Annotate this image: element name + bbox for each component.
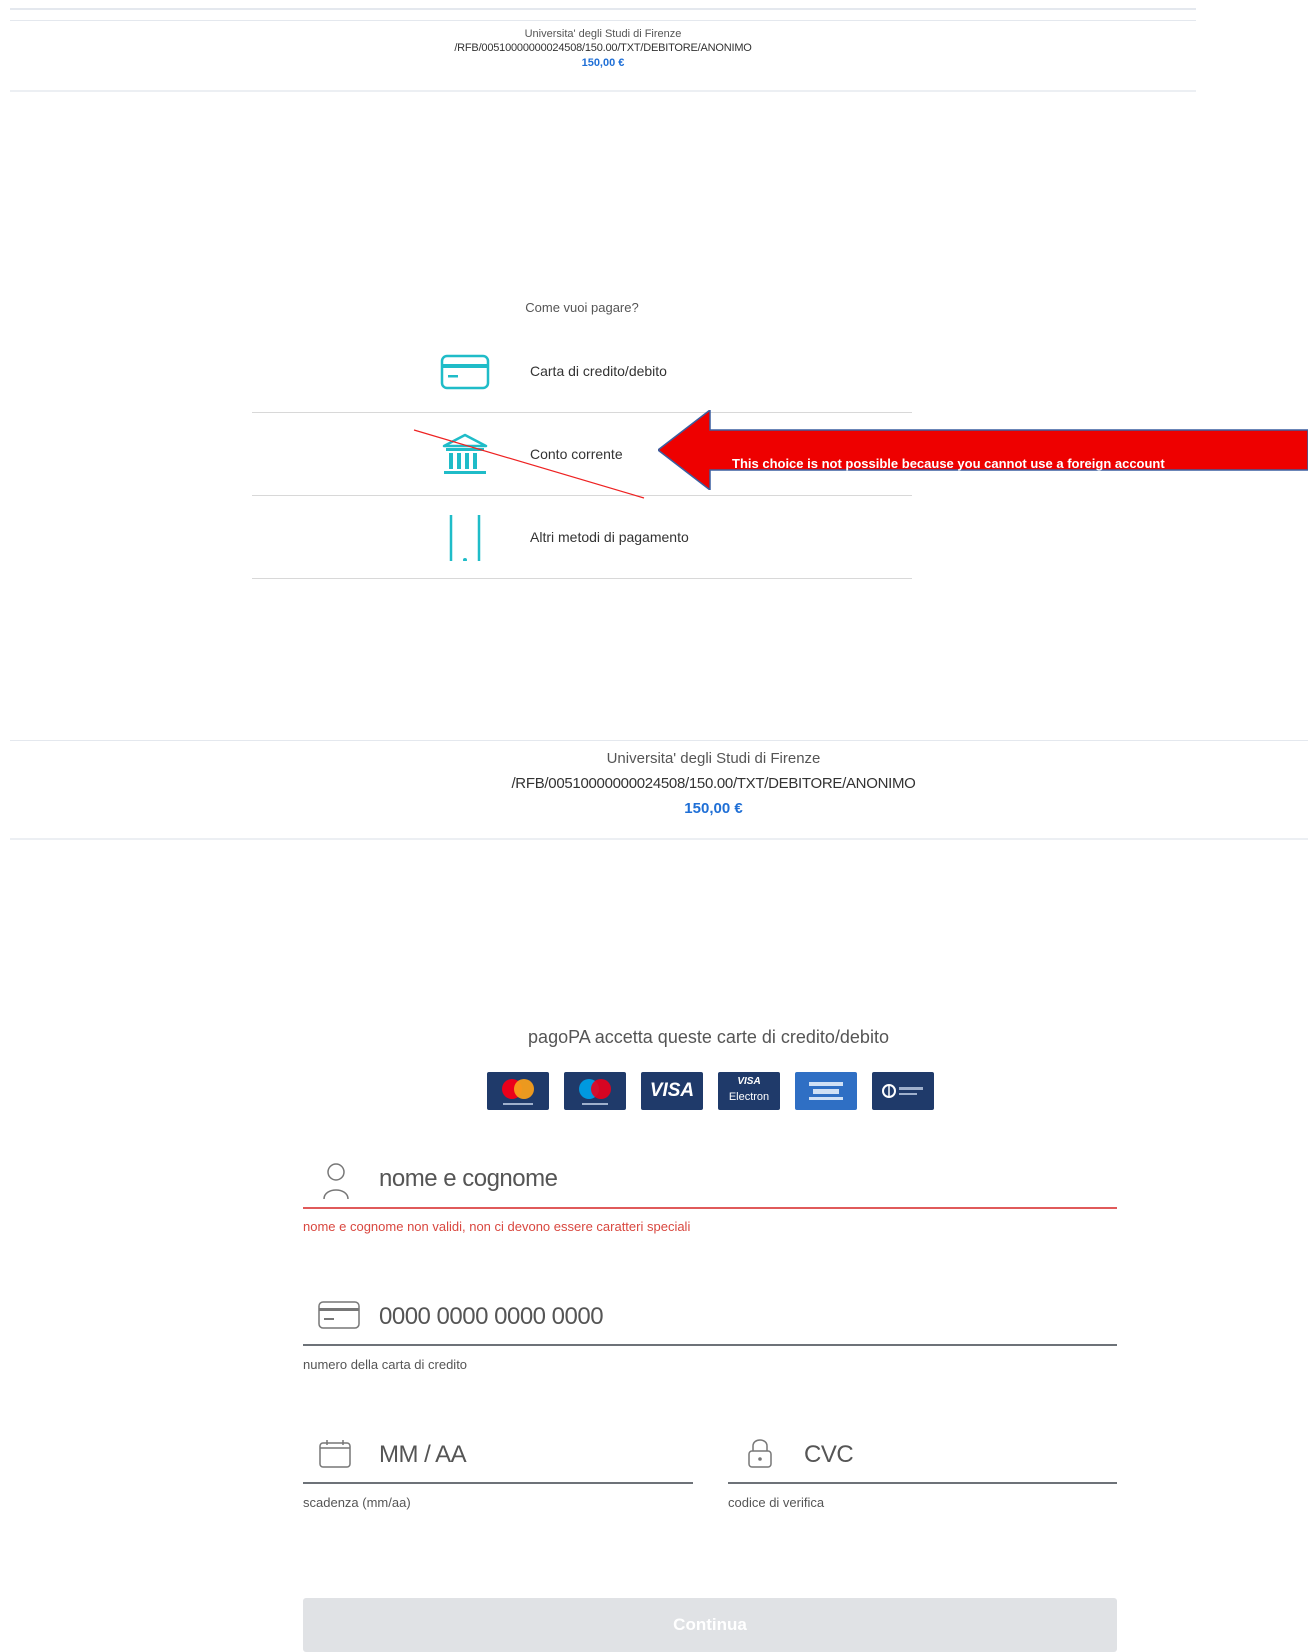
option-bank-account[interactable]: Conto corrente [252,414,912,496]
credit-card-icon [440,354,490,390]
card-number-placeholder: 0000 0000 0000 0000 [379,1303,604,1330]
visa-label: VISA [649,1080,695,1101]
name-field[interactable]: nome e cognome [303,1155,1117,1205]
bottom-amount: 150,00 € [684,800,743,817]
amex-icon [809,1082,843,1100]
name-field-underline [303,1207,1117,1209]
top-divider-2 [10,20,1196,21]
option-credit-card[interactable]: Carta di credito/debito [252,331,912,413]
bottom-reference: /RFB/00510000000024508/150.00/TXT/DEBITO… [511,775,916,792]
name-field-error: nome e cognome non validi, non ci devono… [303,1219,691,1234]
mastercard-icon [502,1079,534,1105]
diners-logo [872,1072,934,1110]
bottom-payment-header: Universita' degli Studi di Firenze /RFB/… [10,748,1308,820]
cvc-help: codice di verifica [728,1495,825,1510]
cvc-placeholder: CVC [804,1441,854,1468]
accepted-cards-title: pagoPA accetta queste carte di credito/d… [528,1027,889,1047]
continue-button[interactable]: Continua [303,1598,1117,1652]
smartphone-icon [449,515,481,561]
top-reference: /RFB/00510000000024508/150.00/TXT/DEBITO… [454,42,752,54]
cvc-underline [728,1482,1117,1484]
warning-text: This choice is not possible because you … [732,456,1165,471]
bottom-organization: Universita' degli Studi di Firenze [606,750,821,767]
diners-icon [882,1084,923,1098]
expiry-help: scadenza (mm/aa) [303,1495,411,1510]
calendar-icon [319,1440,351,1468]
bottom-header-shadow [10,838,1308,840]
bottom-divider [10,740,1308,741]
top-organization: Universita' degli Studi di Firenze [524,28,682,40]
top-divider [10,8,1196,10]
credit-card-icon [318,1301,360,1329]
maestro-logo [564,1072,626,1110]
option-other-methods[interactable]: Altri metodi di pagamento [252,497,912,579]
card-number-field[interactable]: 0000 0000 0000 0000 [303,1292,1117,1342]
visa-electron-label: VISA [737,1076,761,1087]
expiry-field[interactable]: MM / AA [303,1430,693,1480]
top-header-shadow [10,90,1196,92]
bank-icon [442,433,488,474]
amex-logo [795,1072,857,1110]
lock-icon [748,1439,772,1468]
visa-electron-sub: Electron [728,1091,770,1103]
top-payment-header: Universita' degli Studi di Firenze /RFB/… [10,27,1196,70]
user-icon [323,1163,349,1200]
name-placeholder: nome e cognome [379,1165,558,1192]
expiry-placeholder: MM / AA [379,1441,467,1468]
top-amount: 150,00 € [581,57,625,69]
option-label: Conto corrente [530,446,623,462]
cvc-field[interactable]: CVC [728,1430,1117,1480]
card-number-help: numero della carta di credito [303,1357,468,1372]
expiry-underline [303,1482,693,1484]
mastercard-logo [487,1072,549,1110]
visa-logo: VISA [641,1072,703,1110]
option-label: Altri metodi di pagamento [530,529,689,545]
option-label: Carta di credito/debito [530,363,667,379]
visa-electron-logo: VISA Electron [718,1072,780,1110]
payment-question: Come vuoi pagare? [525,300,639,315]
maestro-icon [579,1079,611,1105]
card-number-underline [303,1344,1117,1346]
